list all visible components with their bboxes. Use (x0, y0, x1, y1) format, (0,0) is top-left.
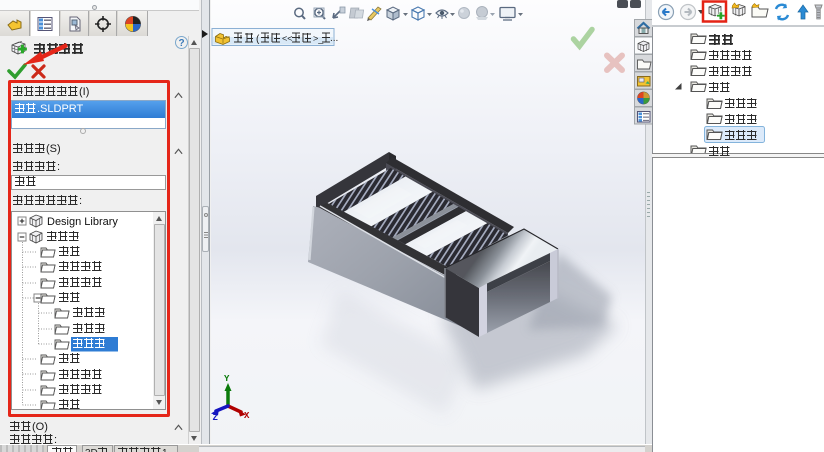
svg-text:Z: Z (213, 413, 218, 423)
svg-text:...: ... (330, 33, 338, 44)
svg-text:X: X (244, 411, 250, 421)
svg-text:Y: Y (224, 374, 230, 384)
svg-text:Design Library: Design Library (47, 216, 118, 228)
svg-text:<<: << (282, 34, 293, 44)
